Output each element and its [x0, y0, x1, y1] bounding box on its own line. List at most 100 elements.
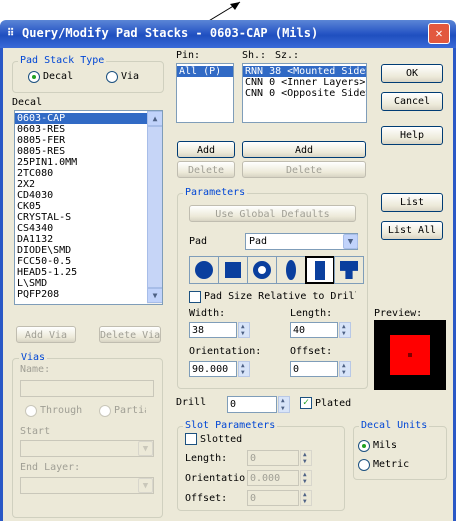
decal-list-item[interactable]: DA1132: [15, 234, 147, 245]
decal-list-item[interactable]: CD4030: [15, 190, 147, 201]
offset-input[interactable]: 0: [290, 361, 338, 377]
decal-radio[interactable]: [28, 71, 40, 83]
round-shape-button[interactable]: [189, 256, 219, 284]
square-shape-button[interactable]: [218, 256, 248, 284]
shape-size-item[interactable]: RNN 38 <Mounted Side>: [243, 66, 366, 77]
slot-orientation-input[interactable]: 0.000: [247, 470, 299, 486]
ok-button[interactable]: OK: [381, 64, 443, 83]
drill-spinner[interactable]: [278, 396, 290, 413]
end-layer-label: End Layer:: [20, 462, 81, 473]
shape-size-list[interactable]: RNN 38 <Mounted Side> CNN 0 <Inner Layer…: [242, 63, 367, 123]
slot-offset-input[interactable]: 0: [247, 490, 299, 506]
pad-size-relative-label[interactable]: Pad Size Relative to Drill Size: [204, 291, 356, 302]
mils-label[interactable]: Mils: [373, 440, 397, 451]
metric-label[interactable]: Metric: [373, 459, 409, 470]
slotted-label[interactable]: Slotted: [200, 434, 242, 445]
decal-list-item[interactable]: DIODE\SMD: [15, 245, 147, 256]
list-button[interactable]: List: [381, 193, 443, 212]
decal-list-item[interactable]: 0805-RES: [15, 146, 147, 157]
rectangle-shape-button[interactable]: [305, 256, 335, 284]
shape-delete-button[interactable]: Delete: [242, 161, 366, 178]
decal-list-item[interactable]: 0805-FER: [15, 135, 147, 146]
start-layer-select[interactable]: ▼: [20, 440, 154, 457]
odd-shape-button[interactable]: [334, 256, 364, 284]
width-spinner[interactable]: [238, 322, 250, 338]
pin-list[interactable]: All (P): [176, 63, 234, 123]
drill-input[interactable]: 0: [227, 396, 277, 413]
pad-size-relative-checkbox[interactable]: [189, 291, 201, 303]
shape-size-item[interactable]: CNN 0 <Inner Layers>: [243, 77, 366, 88]
annular-shape-button[interactable]: [247, 256, 277, 284]
pin-delete-button[interactable]: Delete: [177, 161, 235, 178]
decal-list-item[interactable]: 0603-CAP: [15, 113, 147, 124]
help-button[interactable]: Help: [381, 126, 443, 145]
through-label[interactable]: Through: [40, 405, 82, 416]
partial-radio[interactable]: [99, 405, 111, 417]
slot-length-spinner[interactable]: [300, 450, 312, 466]
preview-label: Preview:: [374, 308, 423, 319]
shape-size-item[interactable]: CNN 0 <Opposite Side>: [243, 88, 366, 99]
slotted-checkbox[interactable]: [185, 433, 197, 445]
add-via-button[interactable]: Add Via: [16, 326, 76, 343]
offset-label: Offset:: [290, 346, 333, 357]
through-radio[interactable]: [25, 405, 37, 417]
offset-spinner[interactable]: [339, 361, 351, 377]
via-radio-label[interactable]: Via: [121, 71, 139, 82]
decal-list-item[interactable]: HEAD5-1.25: [15, 267, 147, 278]
end-layer-select[interactable]: ▼: [20, 477, 154, 494]
metric-radio[interactable]: [358, 459, 370, 471]
scroll-up-button[interactable]: ▲: [147, 111, 162, 126]
via-radio[interactable]: [106, 71, 118, 83]
via-name-input[interactable]: [20, 380, 154, 397]
decal-list-item[interactable]: L\SMD: [15, 278, 147, 289]
decal-list-item[interactable]: 25PIN1.0MM: [15, 157, 147, 168]
list-all-button[interactable]: List All: [381, 221, 443, 240]
shape-add-button[interactable]: Add: [242, 141, 366, 158]
scroll-thumb[interactable]: [147, 126, 162, 288]
pin-header: Pin:: [176, 50, 201, 61]
decal-radio-label[interactable]: Decal: [43, 71, 73, 82]
chevron-down-icon[interactable]: ▼: [343, 234, 358, 249]
shape-header: Sh.:: [242, 50, 267, 61]
orientation-spinner[interactable]: [238, 361, 250, 377]
slot-orientation-spinner[interactable]: [300, 470, 312, 486]
circle-icon: [195, 261, 213, 279]
chevron-down-icon[interactable]: ▼: [138, 478, 153, 493]
chevron-down-icon[interactable]: ▼: [138, 441, 153, 456]
scroll-down-button[interactable]: ▼: [147, 288, 162, 303]
drill-label: Drill: [176, 397, 207, 408]
length-value: 40: [293, 325, 306, 336]
plated-checkbox[interactable]: ✓: [300, 397, 312, 409]
decal-list-item[interactable]: CS4340: [15, 223, 147, 234]
decal-list-item[interactable]: PQFP208: [15, 289, 147, 300]
pad-select[interactable]: Pad ▼: [245, 233, 358, 250]
decal-list-item[interactable]: CRYSTAL-S: [15, 212, 147, 223]
orientation-input[interactable]: 90.000: [189, 361, 237, 377]
cancel-button[interactable]: Cancel: [381, 92, 443, 111]
decal-list-item[interactable]: 2X2: [15, 179, 147, 190]
use-global-defaults-button[interactable]: Use Global Defaults: [189, 205, 356, 222]
mils-radio[interactable]: [358, 440, 370, 452]
delete-via-button[interactable]: Delete Via: [99, 326, 161, 343]
oval-shape-button[interactable]: [276, 256, 306, 284]
slot-length-input[interactable]: 0: [247, 450, 299, 466]
width-input[interactable]: 38: [189, 322, 237, 338]
close-button[interactable]: ✕: [428, 23, 450, 44]
decal-list[interactable]: 0603-CAP 0603-RES 0805-FER 0805-RES 25PIN1.0…: [14, 110, 163, 305]
slot-offset-spinner[interactable]: [300, 490, 312, 506]
decal-list-scrollbar[interactable]: ▲ ▼: [147, 111, 162, 304]
length-input[interactable]: 40: [290, 322, 338, 338]
length-spinner[interactable]: [339, 322, 351, 338]
pin-add-button[interactable]: Add: [177, 141, 235, 158]
title-bar[interactable]: ⠿ Query/Modify Pad Stacks - 0603-CAP (Mi…: [0, 20, 456, 48]
plated-label[interactable]: Plated: [315, 398, 351, 409]
decal-list-item[interactable]: 0603-RES: [15, 124, 147, 135]
drill-value: 0: [230, 399, 237, 410]
decal-list-item[interactable]: 2TC080: [15, 168, 147, 179]
decal-list-item[interactable]: CK05: [15, 201, 147, 212]
decal-list-item[interactable]: FCC50-0.5: [15, 256, 147, 267]
partial-label[interactable]: Partial: [114, 405, 146, 416]
orientation-value: 90.000: [192, 364, 229, 375]
pin-list-item[interactable]: All (P): [177, 66, 233, 77]
slot-parameters-label: Slot Parameters: [183, 420, 278, 431]
